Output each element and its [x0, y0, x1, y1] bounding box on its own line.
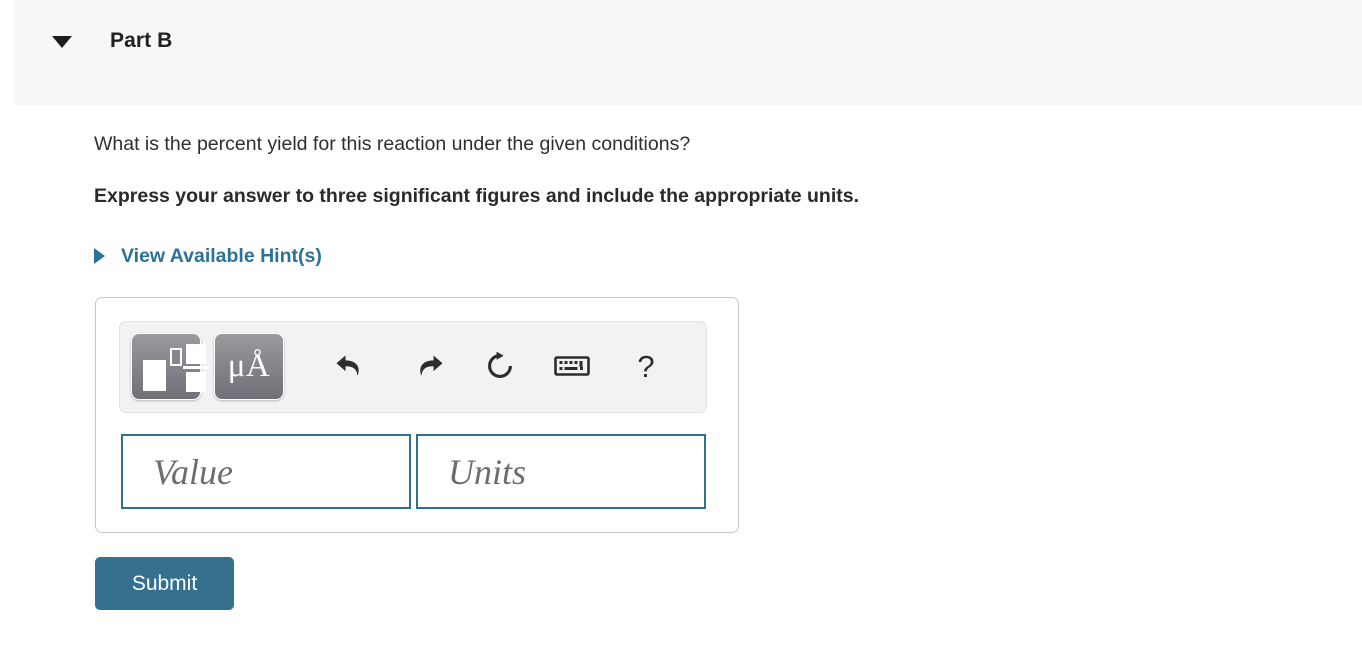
- math-templates-button[interactable]: [131, 333, 209, 400]
- view-hints-link[interactable]: View Available Hint(s): [94, 243, 322, 269]
- submit-button[interactable]: Submit: [95, 557, 234, 610]
- undo-button[interactable]: [329, 344, 373, 388]
- part-header: Part B: [14, 0, 1362, 105]
- redo-icon: [411, 351, 445, 381]
- value-input[interactable]: [121, 434, 411, 509]
- part-title: Part B: [110, 29, 173, 52]
- math-templates-icon: [143, 360, 166, 391]
- units-palette-button[interactable]: μÅ: [214, 333, 284, 400]
- reset-icon: [484, 350, 516, 382]
- redo-button[interactable]: [406, 344, 450, 388]
- fraction-denominator-icon: [186, 372, 206, 392]
- view-hints-label: View Available Hint(s): [121, 245, 322, 267]
- question-prompt: What is the percent yield for this react…: [94, 133, 691, 155]
- micro-angstrom-icon: μÅ: [227, 348, 271, 384]
- caret-down-icon: [52, 36, 72, 48]
- part-collapse-toggle[interactable]: [42, 28, 82, 56]
- superscript-box-icon: [170, 348, 182, 366]
- reset-button[interactable]: [478, 344, 522, 388]
- help-button[interactable]: ?: [624, 344, 668, 388]
- fraction-bar-icon: [183, 366, 209, 369]
- caret-right-icon: [94, 248, 105, 264]
- keyboard-icon: [554, 354, 590, 378]
- units-input[interactable]: [416, 434, 706, 509]
- fraction-numerator-icon: [186, 344, 206, 364]
- keyboard-button[interactable]: [550, 344, 594, 388]
- answer-panel: μÅ ? Value Units: [95, 297, 739, 533]
- question-mark-icon: ?: [637, 348, 655, 384]
- question-instruction: Express your answer to three significant…: [94, 185, 859, 207]
- undo-icon: [334, 351, 368, 381]
- answer-toolbar: μÅ ?: [119, 321, 707, 413]
